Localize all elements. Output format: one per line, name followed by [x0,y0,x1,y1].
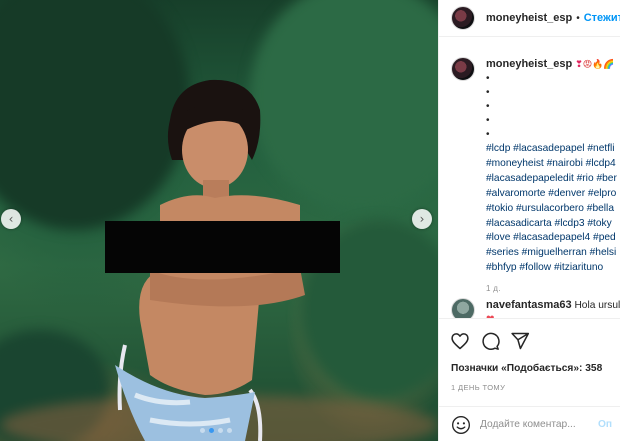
post-time[interactable]: 1 ДЕНЬ ТОМУ [451,383,505,392]
hashtag-line[interactable]: #series #miguelherran #helsi [486,246,617,261]
comment-icon[interactable] [480,331,500,351]
caption-username[interactable]: moneyheist_esp [486,58,572,70]
carousel-next-button[interactable]: › [412,209,432,229]
caption-bullet: • [486,101,490,112]
carousel-dot [200,428,205,433]
comment-input[interactable] [480,419,598,430]
hashtag-line[interactable]: #lcdp #lacasadepapel #netfli [486,142,617,157]
carousel-dot [227,428,232,433]
caption-bullet: • [486,129,490,140]
actions-section: Позначки «Подобається»: 358 1 ДЕНЬ ТОМУ … [439,318,620,441]
post-photo: ‹ › [0,0,438,441]
paper-plane-icon[interactable] [510,331,530,351]
caption-bullet: • [486,73,490,84]
follow-button[interactable]: Стежити [584,12,620,24]
censor-bar [105,221,340,273]
likes-count[interactable]: Позначки «Подобається»: 358 [451,363,602,374]
carousel-dot [218,428,223,433]
carousel-prev-button[interactable]: ‹ [1,209,21,229]
post-comment-button[interactable]: Оп [598,419,612,430]
heart-icon[interactable] [450,331,470,351]
caption: moneyheist_esp ❣😡🔥🌈 • • • • • #lcdp #laca… [451,57,620,296]
hashtag-line[interactable]: #moneyheist #nairobi #lcdp4 [486,157,617,172]
caption-bullet: • [486,87,490,98]
chevron-right-icon: › [419,212,425,226]
hashtag-line[interactable]: #lacasadepapeledit #rio #ber [486,172,617,187]
caption-emojis: ❣😡🔥🌈 [575,60,614,70]
action-icons [450,331,530,351]
add-comment-form: Оп [439,406,620,441]
chevron-left-icon: ‹ [8,212,14,226]
smile-icon[interactable] [451,415,471,435]
hashtag-line[interactable]: #bhfyp #follow #itziarituno [486,261,617,276]
post-header: moneyheist_esp • Стежити [439,0,620,37]
hashtag-line[interactable]: #alvaromorte #denver #elpro [486,187,617,202]
post-sidebar: moneyheist_esp • Стежити moneyheist_esp❣… [438,0,620,441]
comment-text: Hola ursula [574,300,620,311]
carousel-dots [200,428,232,433]
comment-username[interactable]: navefantasma63 [486,299,572,311]
caption-text: moneyheist_esp ❣😡🔥🌈 • • • • • #lcdp #laca… [486,57,617,296]
avatar[interactable] [451,57,475,81]
heart-exclamation-emoji: ❣ [575,60,583,70]
header-username[interactable]: moneyheist_esp [486,12,572,24]
caption-bullet: • [486,115,490,126]
fire-emoji: 🔥 [592,60,604,70]
caption-time[interactable]: 1 д. [486,282,617,296]
header-separator: • [576,12,580,24]
hashtag-line[interactable]: #love #lacasadepapel4 #ped [486,231,617,246]
hashtag-line[interactable]: #tokio #ursulacorbero #bella [486,202,617,217]
hashtag-line[interactable]: #lacasadicarta #lcdp3 #toky [486,217,617,232]
rainbow-emoji: 🌈 [603,60,615,70]
avatar[interactable] [451,6,475,30]
carousel-dot [209,428,214,433]
angry-face-emoji: 😡 [582,60,593,70]
